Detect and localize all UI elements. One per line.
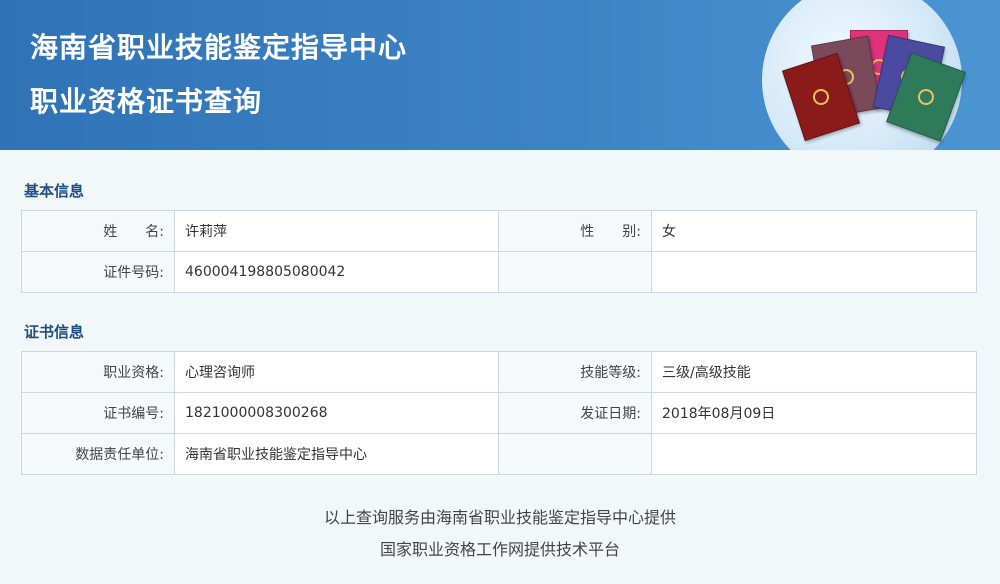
responsible-unit-label: 数据责任单位: (21, 433, 175, 475)
qualification-value: 心理咨询师 (174, 351, 499, 393)
id-number-label: 证件号码: (21, 251, 175, 293)
page-title: 职业资格证书查询 (30, 85, 263, 118)
name-value: 许莉萍 (174, 210, 499, 252)
basic-info-heading: 基本信息 (24, 182, 85, 200)
skill-level-label: 技能等级: (498, 351, 652, 393)
table-row: 证件号码: 460004198805080042 (21, 251, 977, 293)
certificate-globe-graphic (762, 0, 966, 150)
cert-number-value: 1821000008300268 (174, 392, 499, 434)
cert-number-label: 证书编号: (21, 392, 175, 434)
cert-info-table: 职业资格: 心理咨询师 技能等级: 三级/高级技能 证书编号: 18210000… (21, 351, 977, 475)
footer-service-note: 以上查询服务由海南省职业技能鉴定指导中心提供 (323, 508, 676, 527)
name-label: 姓 名: (21, 210, 175, 252)
issue-date-label: 发证日期: (498, 392, 652, 434)
gender-value: 女 (651, 210, 977, 252)
cert-info-heading: 证书信息 (24, 323, 85, 341)
empty-cell (498, 251, 652, 293)
gender-label: 性 别: (498, 210, 652, 252)
table-row: 证书编号: 1821000008300268 发证日期: 2018年08月09日 (21, 392, 977, 434)
id-number-value: 460004198805080042 (174, 251, 499, 293)
skill-level-value: 三级/高级技能 (651, 351, 977, 393)
issue-date-value: 2018年08月09日 (651, 392, 977, 434)
table-row: 职业资格: 心理咨询师 技能等级: 三级/高级技能 (21, 351, 977, 393)
header-banner: 海南省职业技能鉴定指导中心 职业资格证书查询 (0, 0, 1000, 150)
table-row: 数据责任单位: 海南省职业技能鉴定指导中心 (21, 433, 977, 475)
footer-platform-note: 国家职业资格工作网提供技术平台 (379, 540, 620, 559)
basic-info-table: 姓 名: 许莉萍 性 别: 女 证件号码: 460004198805080042 (21, 210, 977, 293)
qualification-label: 职业资格: (21, 351, 175, 393)
table-row: 姓 名: 许莉萍 性 别: 女 (21, 210, 977, 252)
responsible-unit-value: 海南省职业技能鉴定指导中心 (174, 433, 499, 475)
empty-cell (651, 251, 977, 293)
empty-cell (498, 433, 652, 475)
org-title: 海南省职业技能鉴定指导中心 (30, 31, 408, 64)
empty-cell (651, 433, 977, 475)
